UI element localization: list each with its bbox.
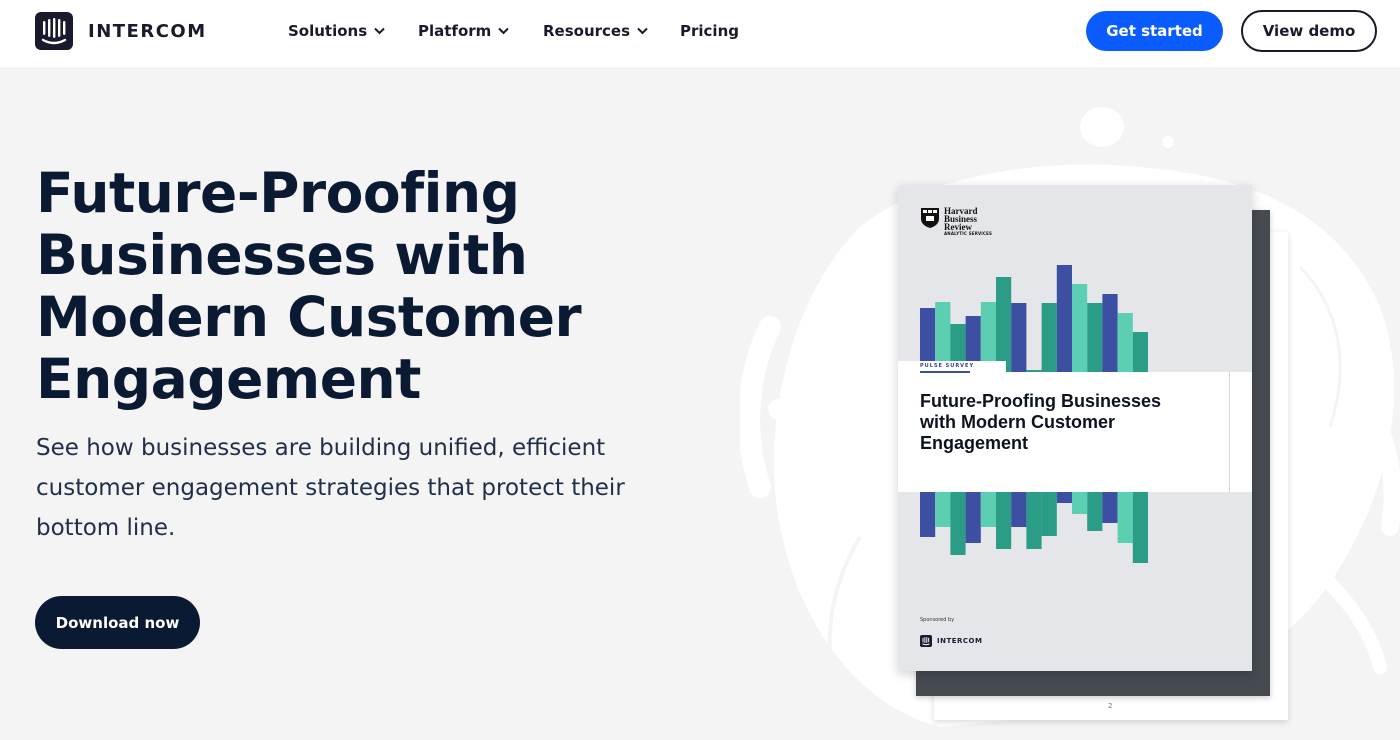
intercom-logo-icon [920,635,932,647]
download-now-button[interactable]: Download now [35,596,200,649]
site-header: INTERCOM Solutions Platform Resources Pr… [0,0,1400,67]
cover-sponsor-logo: INTERCOM [920,635,982,647]
hero-subtitle: See how businesses are building unified,… [36,435,625,541]
cover-title: Future-Proofing Businesses with Modern C… [920,391,1220,454]
hero-title-line: Future-Proofing [36,161,520,225]
view-demo-button[interactable]: View demo [1241,10,1377,52]
hero-title-line: Engagement [36,347,421,411]
nav-label: Resources [543,22,631,40]
pulse-underline [920,371,970,373]
hero-title-line: Modern Customer [36,285,582,349]
chevron-down-icon [374,27,385,35]
hero-title: Future-Proofing Businesses with Modern C… [36,162,656,410]
report-cover: Harvard Business Review ANALYTIC SERVICE… [898,185,1252,671]
nav-item-pricing[interactable]: Pricing [680,20,739,42]
nav-label: Solutions [288,22,368,40]
nav-item-resources[interactable]: Resources [543,20,680,42]
band-divider [1229,372,1230,492]
cover-title-line: Engagement [920,433,1029,453]
nav-item-platform[interactable]: Platform [418,20,543,42]
nav-item-solutions[interactable]: Solutions [288,20,418,42]
main-nav: Solutions Platform Resources Pricing [288,20,739,42]
sponsor-name: INTERCOM [937,637,983,645]
logo-text: INTERCOM [88,20,207,42]
hbr-line: Review [944,222,972,232]
hbr-logo: Harvard Business Review ANALYTIC SERVICE… [920,207,992,237]
hbr-wordmark: Harvard Business Review ANALYTIC SERVICE… [944,207,992,237]
pulse-survey-label: PULSE SURVEY [920,363,975,369]
chevron-down-icon [637,27,648,35]
get-started-button[interactable]: Get started [1086,11,1223,51]
nav-label: Platform [418,22,492,40]
chevron-down-icon [498,27,510,35]
page-number: 2 [1108,702,1113,710]
sponsored-by-label: Sponsored by [920,617,955,623]
hbr-subline: ANALYTIC SERVICES [944,231,993,236]
intercom-logo-icon [35,12,73,50]
nav-label: Pricing [680,22,739,40]
intercom-logo[interactable]: INTERCOM [35,12,207,50]
hbr-shield-icon [921,208,939,228]
cover-title-line: Future-Proofing Businesses [920,391,1162,411]
hero-title-line: Businesses with [36,223,528,287]
cover-title-line: with Modern Customer [920,412,1116,432]
